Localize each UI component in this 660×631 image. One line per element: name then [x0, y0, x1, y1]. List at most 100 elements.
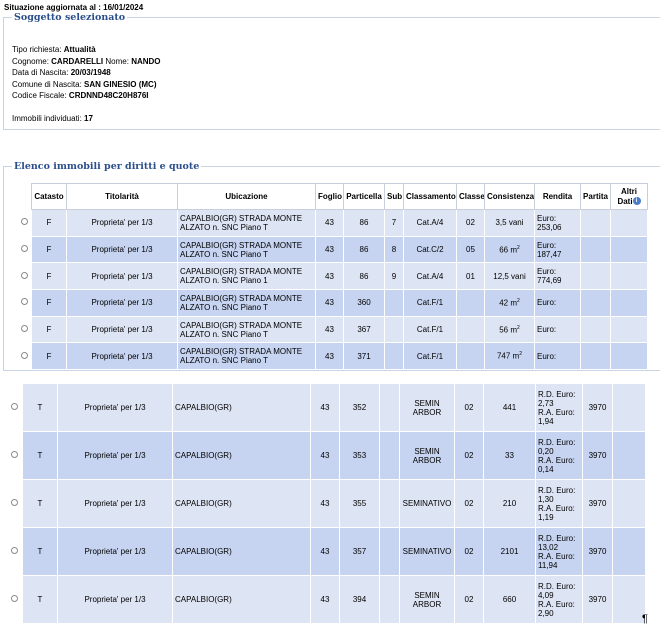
cell-particella: 352	[339, 383, 380, 432]
radio-button[interactable]	[20, 218, 28, 226]
radio-button[interactable]	[11, 451, 18, 458]
table-row[interactable]: T Proprieta' per 1/3 CAPALBIO(GR) 43 357 SEMI…	[6, 527, 646, 576]
situation-date: Situazione aggiornata al : 16/01/2024	[4, 3, 144, 12]
cell-classamento: Cat.A/4	[403, 209, 457, 237]
cell-catasto: F	[31, 209, 67, 237]
cell-consistenza: 66 m2	[484, 235, 535, 264]
row-radio[interactable]	[16, 262, 32, 291]
cell-reddito: R.D. Euro: 1,30 R.A. Euro: 1,19	[535, 479, 583, 528]
cell-partita	[580, 262, 611, 291]
cell-altri-dati	[610, 262, 648, 291]
cell-ubicazione: CAPALBIO(GR) STRADA MONTE ALZATO n. SNC P…	[177, 315, 316, 344]
cell-reddito: R.D. Euro: 4,09 R.A. Euro: 2,90	[535, 575, 583, 624]
cell-sub: 9	[384, 262, 404, 291]
row-radio[interactable]	[6, 479, 23, 528]
table-row[interactable]: F Proprieta' per 1/3 CAPALBIO(GR) STRADA M…	[16, 289, 648, 317]
cell-reddito: R.D. Euro: 13,02 R.A. Euro: 11,94	[535, 527, 583, 576]
birth-place: SAN GINESIO (MC)	[84, 79, 157, 89]
col-partita: Partita	[580, 183, 611, 210]
buildings-table: Catasto Titolarità Ubicazione Foglio Par…	[16, 183, 648, 371]
table-row[interactable]: F Proprieta' per 1/3 CAPALBIO(GR) STRADA M…	[16, 342, 648, 371]
cell-sub	[384, 342, 404, 371]
cell-altri-dati	[610, 235, 648, 264]
cell-consistenza: 12,5 vani	[484, 262, 535, 291]
radio-button[interactable]	[20, 351, 28, 359]
table-row[interactable]: T Proprieta' per 1/3 CAPALBIO(GR) 43 355 SEMI…	[6, 479, 646, 528]
cell-superficie: 441	[483, 383, 536, 432]
radio-button[interactable]	[11, 499, 18, 506]
radio-button[interactable]	[20, 325, 28, 333]
cell-altri-dati	[612, 431, 646, 480]
land-table: T Proprieta' per 1/3 CAPALBIO(GR) 43 352 SEMI…	[6, 383, 646, 624]
cell-catasto: F	[31, 235, 67, 264]
cell-titolarita: Proprieta' per 1/3	[66, 209, 178, 237]
cell-foglio: 43	[315, 262, 344, 291]
row-radio[interactable]	[16, 342, 32, 371]
row-radio[interactable]	[16, 315, 32, 344]
cell-particella: 367	[343, 315, 385, 344]
cell-classe	[456, 342, 485, 371]
cell-qualita: SEMIN ARBOR	[399, 383, 455, 432]
cell-rendita: Euro: 774,69	[534, 262, 581, 291]
row-radio[interactable]	[6, 431, 23, 480]
cell-superficie: 210	[483, 479, 536, 528]
cell-catasto: F	[31, 289, 67, 317]
cell-particella: 371	[343, 342, 385, 371]
row-radio[interactable]	[6, 575, 23, 624]
table-row[interactable]: T Proprieta' per 1/3 CAPALBIO(GR) 43 394 SEMI…	[6, 575, 646, 624]
subject-info: Tipo richiesta: Attualità Cognome: CARDA…	[12, 45, 161, 100]
radio-button[interactable]	[20, 298, 28, 306]
cell-foglio: 43	[315, 209, 344, 237]
paragraph-mark: ¶	[642, 613, 648, 625]
table-row[interactable]: F Proprieta' per 1/3 CAPALBIO(GR) STRADA M…	[16, 315, 648, 344]
cell-classe: 02	[454, 575, 484, 624]
cell-catasto: T	[22, 575, 58, 624]
radio-button[interactable]	[20, 271, 28, 279]
row-radio[interactable]	[6, 383, 23, 432]
cell-ubicazione: CAPALBIO(GR)	[172, 575, 311, 624]
row-radio[interactable]	[6, 527, 23, 576]
table-row[interactable]: T Proprieta' per 1/3 CAPALBIO(GR) 43 352 SEMI…	[6, 383, 646, 432]
cell-foglio: 43	[310, 479, 340, 528]
cell-classe	[456, 289, 485, 317]
cell-titolarita: Proprieta' per 1/3	[57, 575, 173, 624]
cell-catasto: T	[22, 383, 58, 432]
cell-rendita: Euro:	[534, 289, 581, 317]
radio-button[interactable]	[20, 245, 28, 253]
col-rendita: Rendita	[534, 183, 581, 210]
row-radio[interactable]	[16, 235, 32, 264]
table-row[interactable]: T Proprieta' per 1/3 CAPALBIO(GR) 43 353 SEMI…	[6, 431, 646, 480]
cell-particella: 86	[343, 262, 385, 291]
section-title: Soggetto selezionato	[14, 12, 126, 23]
cell-sub	[379, 431, 400, 480]
row-radio[interactable]	[16, 209, 32, 237]
cell-reddito: R.D. Euro: 0,20 R.A. Euro: 0,14	[535, 431, 583, 480]
radio-button[interactable]	[11, 547, 18, 554]
cell-qualita: SEMIN ARBOR	[399, 575, 455, 624]
cell-consistenza: 747 m2	[484, 342, 535, 371]
cell-altri-dati	[610, 342, 648, 371]
radio-button[interactable]	[11, 403, 18, 410]
cell-particella: 357	[339, 527, 380, 576]
cell-particella: 360	[343, 289, 385, 317]
cell-foglio: 43	[315, 315, 344, 344]
cell-altri-dati	[612, 527, 646, 576]
cell-sub	[379, 479, 400, 528]
section-title: Elenco immobili per diritti e quote	[14, 161, 200, 172]
table-row[interactable]: F Proprieta' per 1/3 CAPALBIO(GR) STRADA M…	[16, 209, 648, 237]
cell-altri-dati	[612, 383, 646, 432]
info-icon[interactable]: i	[632, 197, 641, 206]
cell-ubicazione: CAPALBIO(GR) STRADA MONTE ALZATO n. SNC P…	[177, 235, 316, 264]
radio-button[interactable]	[11, 595, 18, 602]
cell-classe: 02	[454, 431, 484, 480]
cell-ubicazione: CAPALBIO(GR)	[172, 431, 311, 480]
cell-partita: 3970	[582, 575, 613, 624]
table-row[interactable]: F Proprieta' per 1/3 CAPALBIO(GR) STRADA M…	[16, 262, 648, 291]
row-radio[interactable]	[16, 289, 32, 317]
cell-classamento: Cat.A/4	[403, 262, 457, 291]
radio-header	[16, 183, 32, 210]
cell-superficie: 660	[483, 575, 536, 624]
table-row[interactable]: F Proprieta' per 1/3 CAPALBIO(GR) STRADA M…	[16, 235, 648, 264]
cell-catasto: T	[22, 431, 58, 480]
cell-titolarita: Proprieta' per 1/3	[66, 315, 178, 344]
